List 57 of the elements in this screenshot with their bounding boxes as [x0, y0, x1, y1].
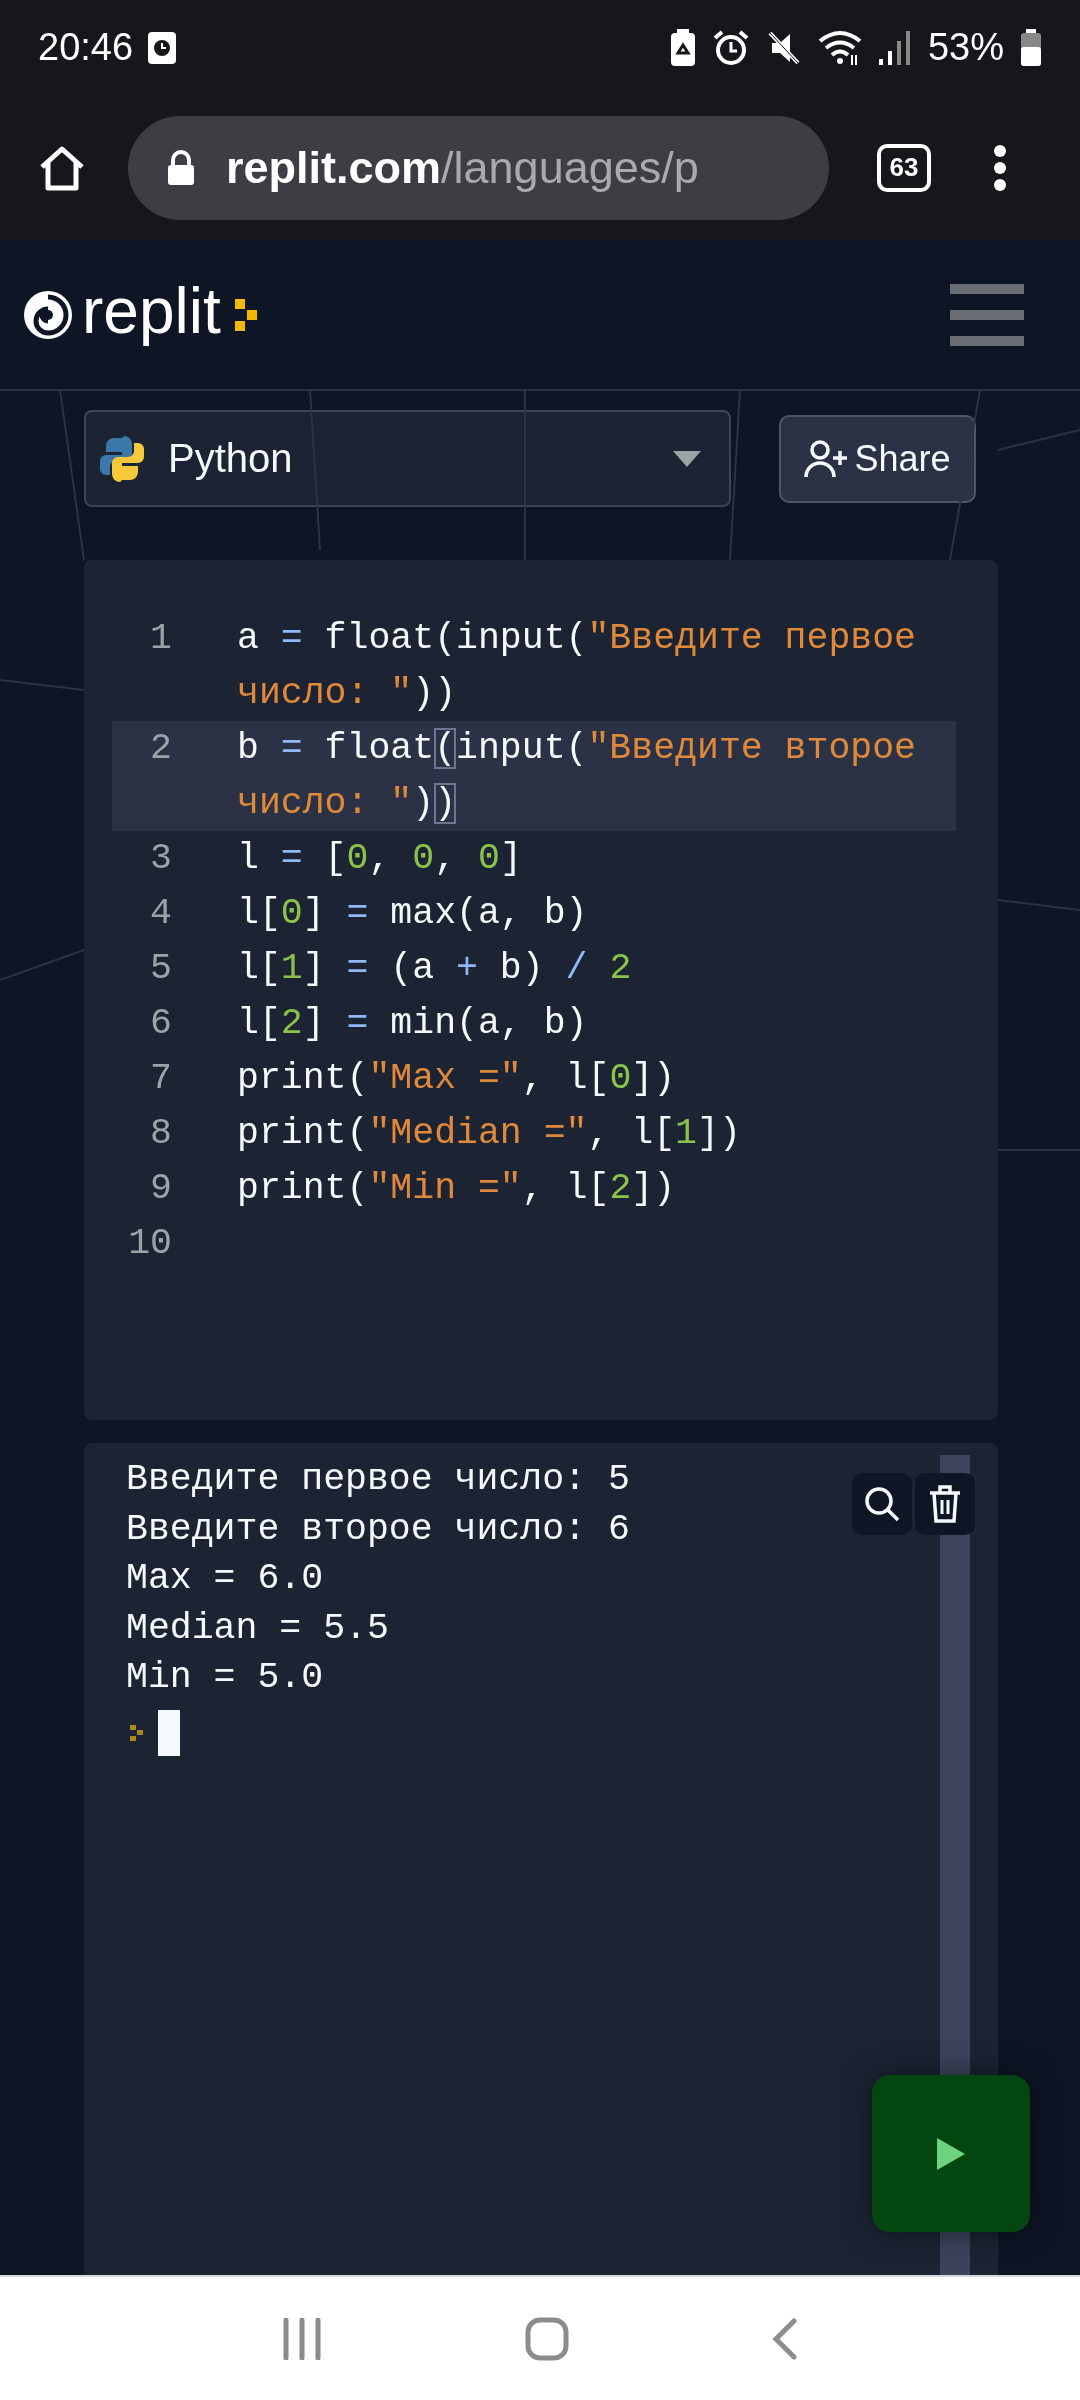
search-icon — [864, 1486, 900, 1522]
battery-icon — [1020, 28, 1042, 67]
console-line: Введите первое число: 5 — [126, 1458, 630, 1502]
console-line: Введите второе число: 6 — [126, 1507, 630, 1552]
notification-icon — [147, 30, 178, 65]
home-icon[interactable] — [38, 144, 86, 191]
caret-icon — [673, 450, 701, 467]
text-cursor — [158, 1709, 180, 1756]
logo-text: replit — [82, 278, 221, 349]
line-number: 9 — [149, 1167, 172, 1211]
signal-icon — [877, 28, 912, 67]
search-button[interactable] — [852, 1473, 912, 1535]
address-bar[interactable]: replit.com/languages/p — [128, 115, 829, 220]
alarm-icon — [711, 28, 750, 67]
prompt-icon — [130, 1724, 144, 1741]
code-line: print("Min =", l[2]) — [237, 1167, 677, 1211]
line-number: 10 — [127, 1222, 172, 1266]
tab-count-button[interactable]: 63 — [877, 143, 931, 192]
prompt-icon — [234, 298, 259, 331]
code-line: print("Median =", l[1]) — [237, 1112, 742, 1156]
add-user-icon — [804, 438, 849, 479]
battery-percent: 53% — [927, 26, 1004, 69]
selected-language: Python — [168, 436, 294, 481]
clear-button[interactable] — [915, 1473, 975, 1535]
back-icon[interactable] — [772, 2317, 799, 2360]
code-line: l[0] = max(a, b) — [237, 892, 589, 936]
line-number: 3 — [149, 837, 172, 881]
line-number: 4 — [149, 892, 172, 936]
line-number: 6 — [149, 1002, 172, 1046]
code-line: l = [0, 0, 0] — [237, 837, 523, 881]
console-line: Min = 5.0 — [126, 1656, 324, 1700]
code-line: l[2] = min(a, b) — [237, 1002, 589, 1046]
battery-saver-icon — [669, 28, 696, 67]
share-button[interactable]: Share — [779, 414, 976, 503]
clock-time: 20:46 — [38, 26, 134, 69]
console-line: Max = 6.0 — [126, 1557, 324, 1601]
lock-icon — [166, 149, 196, 186]
line-number: 1 — [149, 617, 172, 661]
code-line: a = float(input("Введите первое число: ")) — [237, 617, 918, 716]
line-number: 2 — [149, 727, 172, 771]
url-text: replit.com/languages/p — [226, 141, 699, 194]
code-line: print("Max =", l[0]) — [237, 1057, 677, 1101]
menu-icon[interactable] — [950, 283, 1024, 346]
language-logo-icon — [100, 435, 144, 482]
line-number: 8 — [149, 1112, 172, 1156]
console-line: Median = 5.5 — [126, 1606, 389, 1651]
wifi-icon — [817, 28, 862, 67]
language-dropdown[interactable]: Python — [84, 410, 731, 507]
more-options-icon[interactable] — [993, 143, 1007, 192]
code-line: b = float(input("Введите второе число: ")) — [237, 727, 918, 826]
recent-apps-icon[interactable] — [281, 2317, 322, 2360]
code-line: l[1] = (a + b) / 2 — [237, 947, 633, 991]
play-icon — [937, 2137, 965, 2170]
trash-icon — [929, 1485, 961, 1523]
logo-icon — [22, 288, 74, 341]
line-number: 5 — [149, 947, 172, 991]
line-number: 7 — [149, 1057, 172, 1101]
